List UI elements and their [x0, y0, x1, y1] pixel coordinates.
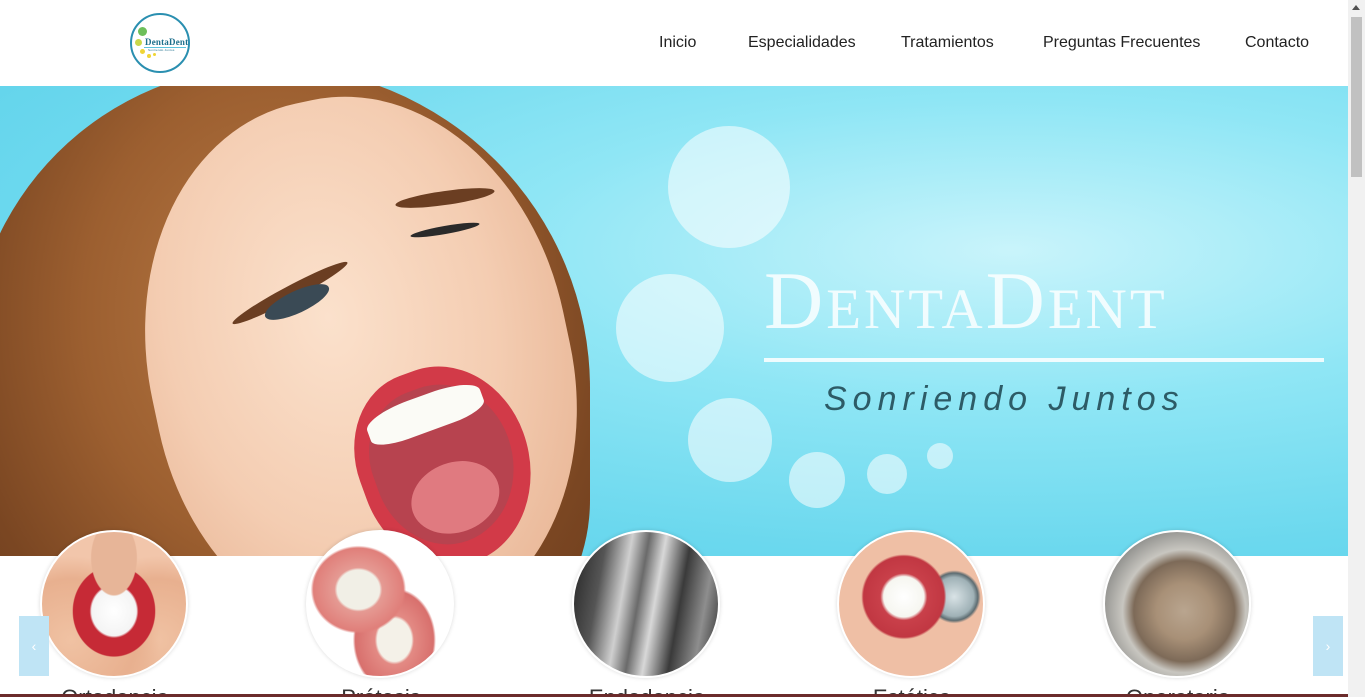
hero-teeth: [362, 376, 488, 452]
logo-subtext: Sonriendo Juntos: [148, 48, 175, 52]
specialties-carousel: Ortodoncia Prótesis Endodoncia Estética …: [0, 530, 1348, 697]
carousel-prev-button[interactable]: ‹: [19, 616, 49, 676]
xray-photo: [572, 530, 720, 678]
hero-brand-title: DentaDent: [764, 255, 1168, 346]
scroll-up-arrow-icon[interactable]: [1352, 5, 1360, 10]
logo-dot-icon: [153, 53, 156, 56]
nav-item-preguntas-frecuentes[interactable]: Preguntas Frecuentes: [1043, 34, 1200, 52]
hero-brand-divider: [764, 358, 1324, 362]
carousel-item-operatoria[interactable]: Operatoria: [1103, 530, 1253, 697]
decor-bubble: [668, 126, 790, 248]
dentadent-logo[interactable]: DentaDent Sonriendo Juntos: [130, 13, 190, 73]
nav-item-inicio[interactable]: Inicio: [659, 34, 696, 52]
decor-bubble: [789, 452, 845, 508]
nav-item-especialidades[interactable]: Especialidades: [748, 34, 856, 52]
decor-bubble: [867, 454, 907, 494]
hero-banner: DentaDent Sonriendo Juntos: [0, 86, 1348, 556]
logo-dot-icon: [140, 49, 145, 54]
logo-dot-icon: [147, 54, 151, 58]
site-header: DentaDent Sonriendo Juntos Inicio Especi…: [0, 0, 1348, 86]
carousel-item-protesis[interactable]: Prótesis: [306, 530, 456, 697]
page-scrollbar[interactable]: [1348, 0, 1365, 697]
logo-text: DentaDent: [145, 37, 189, 47]
carousel-item-endodoncia[interactable]: Endodoncia: [572, 530, 722, 697]
carousel-item-ortodoncia[interactable]: Ortodoncia: [40, 530, 190, 697]
decor-bubble: [616, 274, 724, 382]
denture-photo: [306, 530, 454, 678]
scrollbar-thumb[interactable]: [1351, 17, 1362, 177]
nav-item-contacto[interactable]: Contacto: [1245, 34, 1309, 52]
molar-filling-photo: [1103, 530, 1251, 678]
carousel-next-button[interactable]: ›: [1313, 616, 1343, 676]
hero-tagline: Sonriendo Juntos: [824, 380, 1185, 418]
decor-bubble: [927, 443, 953, 469]
logo-dot-icon: [135, 39, 142, 46]
aligner-photo: [40, 530, 188, 678]
decor-bubble: [688, 398, 772, 482]
carousel-item-estetica[interactable]: Estética: [837, 530, 987, 697]
logo-dot-icon: [138, 27, 147, 36]
smile-mirror-photo: [837, 530, 985, 678]
nav-item-tratamientos[interactable]: Tratamientos: [901, 34, 994, 52]
